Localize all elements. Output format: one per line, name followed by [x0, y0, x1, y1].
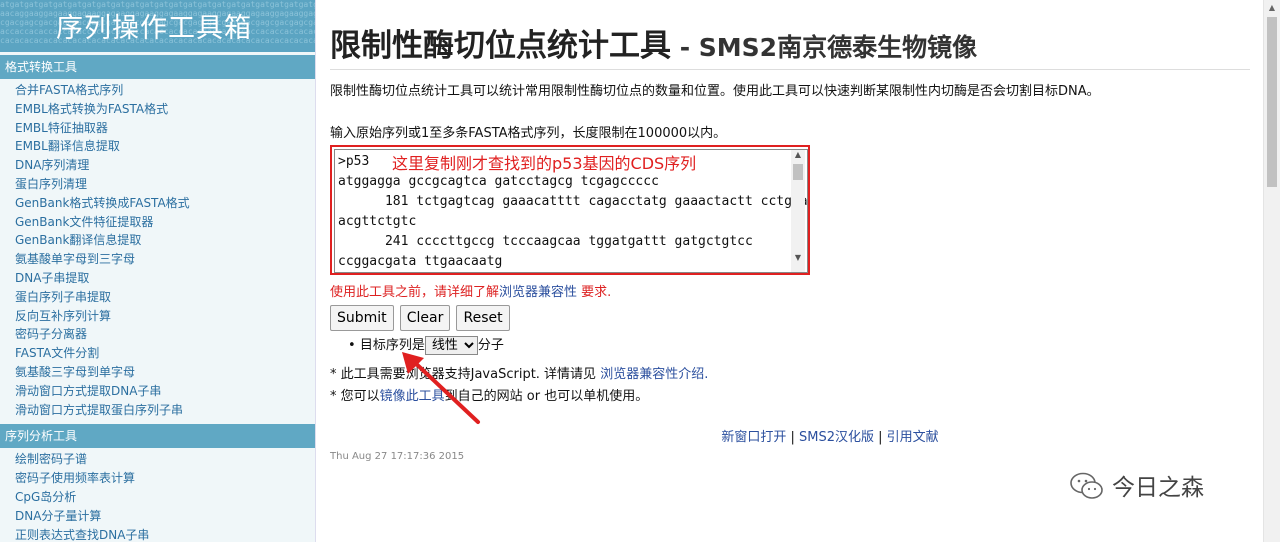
sidebar-item[interactable]: FASTA文件分割	[15, 344, 315, 363]
sidebar-item[interactable]: 氨基酸单字母到三字母	[15, 250, 315, 269]
page-title: 限制性酶切位点统计工具 - SMS2南京德泰生物镜像	[330, 20, 1250, 70]
clear-button[interactable]: Clear	[399, 305, 451, 331]
scroll-up-icon[interactable]: ▲	[791, 150, 805, 159]
sidebar-item[interactable]: GenBank文件特征提取器	[15, 213, 315, 232]
textarea-scrollbar[interactable]: ▲ ▼	[791, 150, 805, 272]
input-label: 输入原始序列或1至多条FASTA格式序列，长度限制在100000以内。	[330, 126, 727, 141]
page-title-main: 限制性酶切位点统计工具	[330, 28, 671, 64]
sidebar-item[interactable]: 滑动窗口方式提取蛋白序列子串	[15, 401, 315, 420]
warning-prefix: 使用此工具之前，请详细了解	[330, 285, 500, 300]
sidebar: atgatgatgatgatgatgatgatgatgatgatgatgatga…	[0, 0, 316, 542]
reset-button[interactable]: Reset	[456, 305, 510, 331]
sequence-line: 181 tctgagtcag gaaacatttt cagacctatg gaa…	[338, 194, 808, 209]
tool-description: 限制性酶切位点统计工具可以统计常用限制性酶切位点的数量和位置。使用此工具可以快速…	[330, 84, 1100, 99]
sidebar-item[interactable]: EMBL格式转换为FASTA格式	[15, 100, 315, 119]
submit-button[interactable]: Submit	[330, 305, 394, 331]
form-buttons: Submit Clear Reset	[330, 305, 1260, 331]
timestamp: Thu Aug 27 17:17:36 2015	[330, 451, 465, 462]
warning-suffix: 要求.	[577, 285, 612, 300]
sequence-line: atggagga gccgcagtca gatcctagcg tcgagcccc…	[338, 174, 659, 189]
sidebar-item[interactable]: 蛋白序列清理	[15, 175, 315, 194]
sidebar-item[interactable]: GenBank翻译信息提取	[15, 231, 315, 250]
citation-link[interactable]: 引用文献	[887, 430, 939, 445]
sms2-chinese-link[interactable]: SMS2汉化版	[799, 430, 874, 445]
page-scrollbar[interactable]: ▲	[1263, 0, 1280, 542]
sequence-input-highlight: >p53 atggagga gccgcagtca gatcctagcg tcgag…	[330, 145, 810, 275]
logo[interactable]: atgatgatgatgatgatgatgatgatgatgatgatgatga…	[0, 0, 315, 52]
page-title-separator: -	[671, 33, 699, 62]
wechat-icon	[1070, 472, 1104, 506]
page-scroll-up-icon[interactable]: ▲	[1264, 0, 1280, 16]
sequence-line: ccggacgata ttgaacaatg	[338, 254, 503, 269]
compatibility-warning: 使用此工具之前，请详细了解浏览器兼容性 要求.	[330, 281, 1260, 300]
sidebar-item[interactable]: 绘制密码子谱	[15, 450, 315, 469]
sidebar-item[interactable]: EMBL特征抽取器	[15, 119, 315, 138]
browser-compatibility-link[interactable]: 浏览器兼容性	[499, 285, 577, 300]
section-header-format-tools: 格式转换工具	[0, 55, 315, 79]
sidebar-item[interactable]: 密码子使用频率表计算	[15, 469, 315, 488]
page-title-sub: SMS2南京德泰生物镜像	[698, 33, 978, 62]
option-suffix: 分子	[477, 338, 504, 353]
sidebar-item[interactable]: 氨基酸三字母到单字母	[15, 363, 315, 382]
sidebar-item[interactable]: 密码子分离器	[15, 325, 315, 344]
sidebar-item[interactable]: 蛋白序列子串提取	[15, 288, 315, 307]
watermark-text: 今日之森	[1112, 475, 1204, 501]
textarea-scroll-thumb[interactable]	[793, 164, 803, 180]
sidebar-item[interactable]: 正则表达式查找DNA子串	[15, 526, 315, 542]
page-scroll-thumb[interactable]	[1267, 17, 1277, 187]
sidebar-item[interactable]: DNA子串提取	[15, 269, 315, 288]
red-arrow-annotation	[402, 352, 480, 424]
bullet-icon: •	[348, 338, 356, 353]
sidebar-item[interactable]: DNA序列清理	[15, 156, 315, 175]
sidebar-item[interactable]: EMBL翻译信息提取	[15, 137, 315, 156]
note-mirror-prefix: * 您可以	[330, 389, 380, 404]
open-new-window-link[interactable]: 新窗口打开	[721, 430, 786, 445]
logo-title: 序列操作工具箱	[56, 13, 252, 44]
sequence-line: 241 ccccttgccg tcccaagcaa tggatgattt gat…	[338, 234, 753, 249]
watermark: 今日之森	[1070, 468, 1204, 506]
footer-links: 新窗口打开 | SMS2汉化版 | 引用文献	[721, 430, 939, 445]
sidebar-item[interactable]: GenBank格式转换成FASTA格式	[15, 194, 315, 213]
format-tools-list: 合并FASTA格式序列 EMBL格式转换为FASTA格式 EMBL特征抽取器 EMBL…	[0, 79, 315, 421]
sequence-line: acgttctgtc	[338, 214, 417, 229]
browser-compat-intro-link[interactable]: 浏览器兼容性介绍.	[600, 367, 708, 382]
sidebar-item[interactable]: 反向互补序列计算	[15, 307, 315, 326]
option-prefix: 目标序列是	[359, 338, 425, 353]
section-header-analysis-tools: 序列分析工具	[0, 424, 315, 449]
annotation-text: 这里复制刚才查找到的p53基因的CDS序列	[392, 154, 697, 173]
sidebar-item[interactable]: DNA分子量计算	[15, 507, 315, 526]
sidebar-item[interactable]: 合并FASTA格式序列	[15, 81, 315, 100]
scroll-down-icon[interactable]: ▼	[791, 253, 805, 262]
sidebar-item[interactable]: 滑动窗口方式提取DNA子串	[15, 382, 315, 401]
sidebar-item[interactable]: CpG岛分析	[15, 488, 315, 507]
analysis-tools-list: 绘制密码子谱 密码子使用频率表计算 CpG岛分析 DNA分子量计算 正则表达式查找DNA…	[0, 448, 315, 542]
